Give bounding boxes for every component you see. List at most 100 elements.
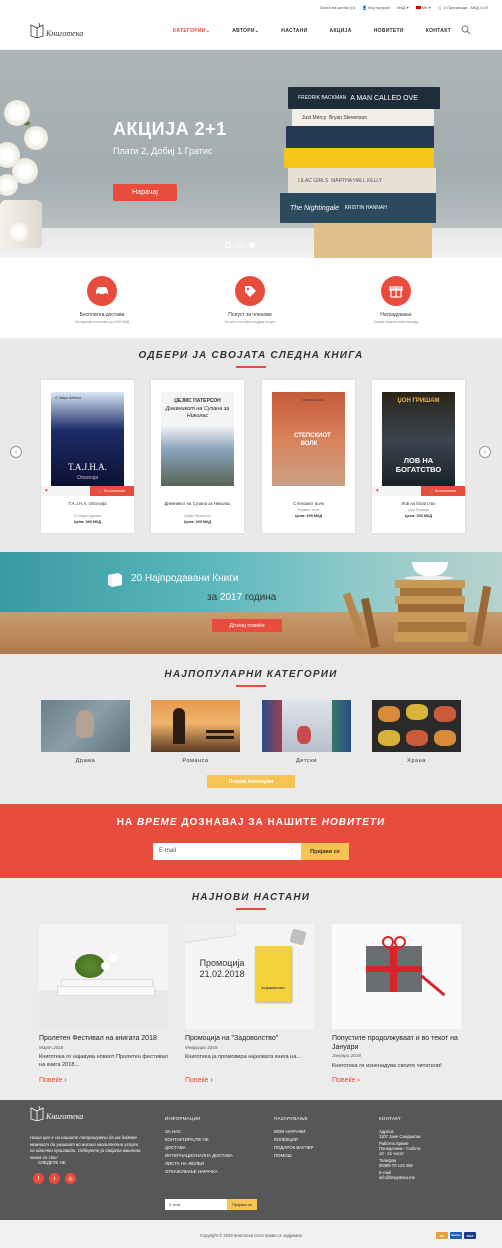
book-price: Цена: 300 МКД: [404, 514, 433, 518]
nav-contact[interactable]: КОНТАКТ: [426, 25, 451, 37]
section-title: НАЈПОПУЛАРНИ КАТЕГОРИИ: [164, 669, 338, 680]
footer-link[interactable]: МОИ НАРАЧКИ: [274, 1129, 314, 1134]
logo[interactable]: Книготека: [30, 22, 83, 38]
facebook-icon[interactable]: f: [33, 1173, 44, 1184]
section-title: НАЈНОВИ НАСТАНИ: [191, 892, 311, 903]
footer-email-input[interactable]: E-mail: [165, 1199, 227, 1210]
book-icon: [108, 573, 122, 587]
book-card[interactable]: ЏЕЈМС ПАТЕРСОН Дневникот на Сузана за Ни…: [151, 380, 244, 533]
search-icon[interactable]: [461, 25, 471, 35]
book-price: Цена: 699 МКД: [294, 514, 323, 518]
nav-sale[interactable]: АКЦИЈА: [330, 25, 352, 37]
slider-dot-active[interactable]: [249, 242, 255, 248]
footer-link[interactable]: КОЛЕКЦИИ: [274, 1137, 314, 1142]
heart-icon[interactable]: ♥: [45, 488, 48, 494]
event-image[interactable]: [39, 924, 168, 1029]
event-date: Февруари 2018: [185, 1045, 218, 1050]
keyboard-image: [185, 924, 237, 945]
features-bar: Бесплатна достава За нарачки поголеми од…: [0, 258, 502, 338]
slider-dot[interactable]: [237, 242, 243, 248]
slider-dot[interactable]: [225, 242, 231, 248]
event-more-link[interactable]: Повеќе ›: [185, 1077, 213, 1084]
category-kids-image[interactable]: [262, 700, 351, 752]
flower: [24, 126, 48, 150]
twitter-icon[interactable]: t: [49, 1173, 60, 1184]
book-spine: [314, 223, 432, 258]
footer-link[interactable]: ОТКАЖУВАЊЕ НАРАЧКА: [165, 1169, 233, 1174]
event-text: Книготека ја промовира најновата книга н…: [185, 1054, 302, 1060]
currency-select[interactable]: МКД ▾: [397, 5, 409, 10]
footer-logo[interactable]: Книготека: [30, 1105, 83, 1121]
event-text: Книготека го најавува новиот Пролетен фе…: [39, 1054, 169, 1068]
book-spine: [284, 148, 434, 168]
book-spine: LILAC GIRLS MARTHA HALL KELLY: [288, 168, 436, 193]
category-label[interactable]: Романса: [151, 758, 240, 764]
book-author: Џејмс Патерсон: [184, 514, 211, 518]
language-select[interactable]: МК ▾: [415, 5, 431, 10]
event-image[interactable]: Промоција 21.02.2018 ЗАДОВОЛСТВО: [185, 924, 314, 1029]
category-label[interactable]: Храна: [372, 758, 461, 764]
footer-link[interactable]: ЗА НАС: [165, 1129, 233, 1134]
event-title[interactable]: Промоција на "Задоволство": [185, 1034, 320, 1043]
event-image[interactable]: [332, 924, 461, 1029]
event-title[interactable]: Пролетен Фестивал на книгата 2018: [39, 1034, 174, 1043]
add-to-cart-button[interactable]: 🛒 Во кошничка: [90, 486, 134, 496]
profile-link[interactable]: 👤 Мој профил: [362, 5, 390, 10]
order-button[interactable]: Нарачај: [113, 184, 177, 201]
car-icon: [87, 276, 117, 306]
heart-icon[interactable]: ♥: [376, 488, 379, 494]
footer-subscribe-button[interactable]: Пријави се: [227, 1199, 257, 1210]
hero-subtitle: Плати 2, Добиј 1 Гратис: [113, 146, 213, 156]
wishlist-link[interactable]: Листа на желби (0): [320, 5, 355, 10]
category-romance-image[interactable]: [151, 700, 240, 752]
book-card[interactable]: ЏОН ГРИШАМ ЛОВ НА БОГАТСТВО ♥ 🛒 Во кошни…: [372, 380, 465, 533]
event-title[interactable]: Попустите продолжуваат и во текот на Јан…: [332, 1034, 467, 1052]
banner-title: 20 Најпродавани Книги: [131, 573, 239, 584]
footer-shop-column: ПАЗАРУВАЊЕ МОИ НАРАЧКИ КОЛЕКЦИИ ПОДАРОК …: [274, 1116, 314, 1158]
book-card[interactable]: Л. Мари Аделин Т.А.Ј.Н.А. Опсесија ♥ 🛒 В…: [41, 380, 134, 533]
footer-about: Наша цел е на нашите потрошувачи да им д…: [30, 1135, 141, 1160]
category-food-image[interactable]: [372, 700, 461, 752]
cart-link[interactable]: 🛒 0 Производи - МКД 0.00: [438, 5, 488, 10]
category-label[interactable]: Драма: [41, 758, 130, 764]
event-more-link[interactable]: Повеќе ›: [39, 1077, 67, 1084]
more-categories-button[interactable]: Повеќе Категории: [207, 775, 295, 788]
event-date: Март 2018: [39, 1045, 64, 1050]
footer-link[interactable]: ИНТЕРНАЦИОНАЛНА ДОСТАВА: [165, 1153, 233, 1158]
book-spine: [286, 126, 434, 148]
subscribe-button[interactable]: Пријави се: [301, 843, 349, 860]
nav-new[interactable]: НОВИТЕТИ: [374, 25, 404, 37]
header: Книготека КАТЕГОРИИ⌄ АВТОРИ⌄ НАСТАНИ АКЦ…: [0, 14, 502, 50]
instagram-icon[interactable]: ◎: [65, 1173, 76, 1184]
logo-text: Книготека: [46, 29, 84, 38]
book-stack: [398, 604, 464, 612]
footer-link[interactable]: ЛИСТА НА ЖЕЛБИ: [165, 1161, 233, 1166]
carousel-next-arrow[interactable]: ›: [479, 446, 491, 458]
nav-categories[interactable]: КАТЕГОРИИ⌄: [173, 25, 210, 37]
category-drama-image[interactable]: [41, 700, 130, 752]
category-label[interactable]: Детски: [262, 758, 351, 764]
book-cover: ЗАДОВОЛСТВО: [255, 946, 291, 1002]
footer-link[interactable]: ПОМОШ: [274, 1153, 314, 1158]
book-spine: Just Mercy Bryan Stevenson: [292, 109, 434, 126]
book-card[interactable]: ХЕРМАН ХЕСЕ СТЕПСКИОТ ВОЛК Степскиот вол…: [262, 380, 355, 533]
footer-link[interactable]: ДОСТАВА: [165, 1145, 233, 1150]
event-date: Јануари 2018: [332, 1053, 361, 1058]
flower: [6, 222, 30, 242]
add-to-cart-button[interactable]: 🛒 Во кошничка: [421, 486, 465, 496]
footer-contact-column: КОНТАКТ Адреса 1107 Јане Сандански Работ…: [379, 1116, 421, 1180]
learn-more-button[interactable]: Дознај повеќе: [212, 619, 282, 632]
follow-us-label: СЛЕДЕТЕ НЕ: [38, 1160, 66, 1165]
hero-title: АКЦИЈА 2+1: [113, 119, 227, 139]
copyright-text: Copyright © 2018 Книготека Сите права се…: [200, 1233, 302, 1238]
footer-link[interactable]: КОНТАКТИРАЈТЕ НЕ: [165, 1137, 233, 1142]
nav-events[interactable]: НАСТАНИ: [281, 25, 307, 37]
book-author: Џон Гришам: [408, 508, 429, 512]
carousel-prev-arrow[interactable]: ‹: [10, 446, 22, 458]
footer-link[interactable]: ПОДАРОК ВАУЧЕР: [274, 1145, 314, 1150]
main-nav: КАТЕГОРИИ⌄ АВТОРИ⌄ НАСТАНИ АКЦИЈА НОВИТЕ…: [173, 25, 473, 37]
nav-authors[interactable]: АВТОРИ⌄: [232, 25, 259, 37]
newsletter-email-input[interactable]: E-mail: [153, 843, 301, 860]
book-stack: [398, 622, 466, 632]
event-more-link[interactable]: Повеќе ›: [332, 1077, 360, 1084]
